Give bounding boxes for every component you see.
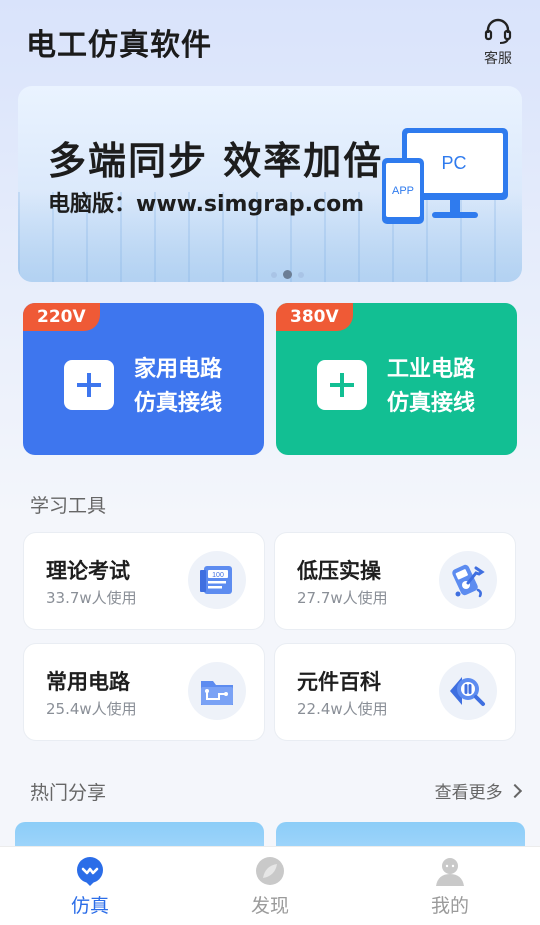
voltage-badge: 220V [23, 303, 100, 331]
circuit-subtitle: 仿真接线 [387, 391, 476, 416]
tool-card-low-voltage[interactable]: 低压实操 27.7w人使用 [275, 533, 515, 629]
carousel-dot[interactable] [271, 271, 277, 278]
tool-name: 常用电路 [46, 670, 130, 694]
circuit-title: 家用电路 [134, 357, 223, 382]
app-label: APP [392, 185, 414, 197]
exam-paper-icon: 100 [188, 551, 246, 609]
home-circuit-card[interactable]: 220V 家用电路 仿真接线 [23, 303, 264, 455]
discover-icon [256, 857, 284, 885]
app-title: 电工仿真软件 [26, 28, 212, 63]
nav-tab-profile[interactable]: 我的 [390, 855, 510, 918]
tool-card-theory-exam[interactable]: 理论考试 33.7w人使用 100 [24, 533, 264, 629]
customer-service-button[interactable]: 客服 [478, 18, 518, 68]
nav-label: 发现 [250, 895, 289, 917]
banner-headline: 多端同步 效率加倍 [48, 139, 384, 183]
profile-icon [436, 858, 464, 886]
circuit-folder-icon [188, 662, 246, 720]
hot-share-section-title: 热门分享 [30, 782, 107, 804]
tool-card-common-circuits[interactable]: 常用电路 25.4w人使用 [24, 644, 264, 740]
tools-section-title: 学习工具 [30, 495, 107, 517]
tool-users: 27.7w人使用 [297, 589, 388, 607]
tool-card-component-wiki[interactable]: 元件百科 22.4w人使用 [275, 644, 515, 740]
circuit-subtitle: 仿真接线 [134, 391, 223, 416]
promo-banner[interactable]: 多端同步 效率加倍 电脑版：www.simgrap.com PC APP [18, 86, 522, 282]
tool-name: 理论考试 [46, 559, 130, 583]
tool-name: 元件百科 [297, 670, 381, 694]
multimeter-wrench-icon [439, 551, 497, 609]
nav-tab-simulation[interactable]: 仿真 [30, 855, 150, 918]
view-more-label: 查看更多 [434, 783, 503, 803]
voltage-badge: 380V [276, 303, 353, 331]
carousel-dot[interactable] [283, 270, 292, 279]
simulation-icon [77, 857, 103, 886]
tool-name: 低压实操 [297, 559, 381, 583]
banner-website: 电脑版：www.simgrap.com [48, 192, 365, 217]
customer-service-label: 客服 [484, 51, 512, 67]
pc-label: PC [441, 153, 466, 173]
plus-icon [64, 360, 114, 410]
bottom-nav: 仿真 发现 我的 [0, 846, 540, 925]
headset-icon [484, 18, 512, 44]
devices-illustration-icon: PC APP [382, 128, 508, 224]
tool-users: 25.4w人使用 [46, 700, 137, 718]
tool-users: 33.7w人使用 [46, 589, 137, 607]
nav-label: 我的 [430, 895, 469, 917]
exam-score-text: 100 [212, 572, 224, 579]
carousel-dot[interactable] [298, 271, 304, 278]
view-more-link[interactable]: 查看更多 [434, 778, 523, 803]
component-search-icon [439, 662, 497, 720]
tool-users: 22.4w人使用 [297, 700, 388, 718]
industrial-circuit-card[interactable]: 380V 工业电路 仿真接线 [276, 303, 517, 455]
nav-tab-discover[interactable]: 发现 [210, 855, 330, 918]
plus-icon [317, 360, 367, 410]
chevron-right-icon [507, 783, 523, 799]
nav-label: 仿真 [70, 895, 109, 917]
carousel-indicator [268, 264, 307, 282]
circuit-title: 工业电路 [387, 357, 476, 382]
